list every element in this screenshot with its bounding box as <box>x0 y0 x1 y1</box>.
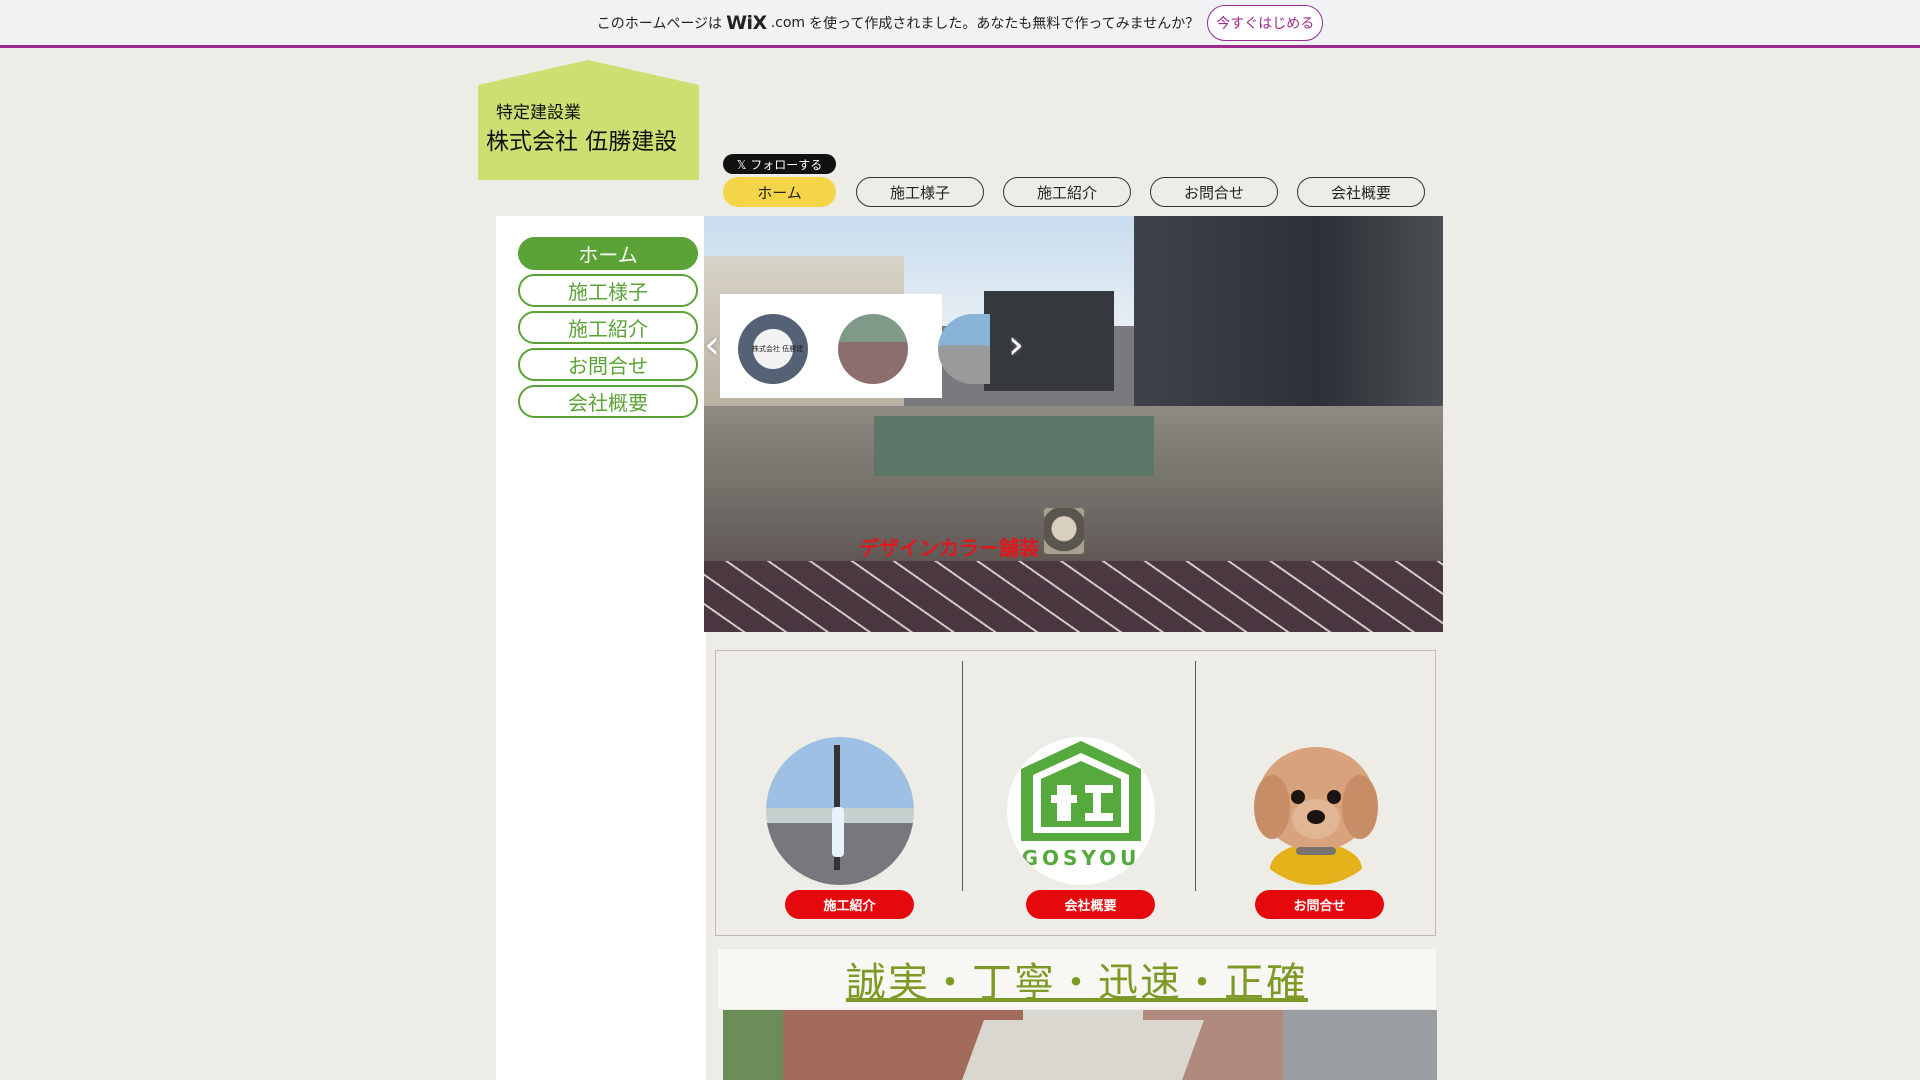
feature-links-box: GOSYOU 施工紹介 会社概要 お問合せ <box>715 650 1436 936</box>
slogan-banner: 誠実・丁寧・迅速・正確 <box>718 949 1436 1009</box>
start-now-button[interactable]: 今すぐはじめる <box>1207 4 1324 41</box>
hero-stone-pavement <box>704 561 1443 632</box>
top-nav-construction-progress[interactable]: 施工様子 <box>856 177 984 207</box>
feature-divider-1 <box>962 661 963 891</box>
side-nav-works[interactable]: 施工紹介 <box>518 311 698 344</box>
gosyou-badge-icon: GOSYOU <box>1021 741 1141 870</box>
side-nav-home[interactable]: ホーム <box>518 237 698 270</box>
company-link-button[interactable]: 会社概要 <box>1026 890 1155 919</box>
wix-promo-banner: このホームページは WiX .com を使って作成されました。あなたも無料で作って… <box>0 0 1920 48</box>
bottom-pavement-photo <box>723 1010 1437 1080</box>
logo-company-name: 株式会社 伍勝建設 <box>486 129 678 155</box>
badge-text: GOSYOU <box>1022 846 1141 870</box>
gallery-thumb-1[interactable]: 株式会社 伍勝建 <box>738 314 808 384</box>
hero-caption: デザインカラー舗装 <box>859 536 1039 560</box>
top-nav-contact[interactable]: お問合せ <box>1150 177 1278 207</box>
gallery-prev-arrow-icon[interactable]: ‹ <box>704 322 720 368</box>
dog-mascot-circle[interactable] <box>1242 737 1390 885</box>
wix-logo-suffix: .com <box>770 14 806 31</box>
dog-icon <box>1044 508 1084 554</box>
dog-mascot-icon <box>1254 747 1378 885</box>
side-nav-contact[interactable]: お問合せ <box>518 348 698 381</box>
side-menu-panel: ホーム 施工様子 施工紹介 お問合せ 会社概要 <box>496 216 706 1080</box>
hero-image: デザインカラー舗装 ‹ 株式会社 伍勝建 › <box>704 216 1443 632</box>
top-nav-company[interactable]: 会社概要 <box>1297 177 1425 207</box>
hero-carport <box>984 291 1114 391</box>
wix-banner-suffix: を使って作成されました。あなたも無料で作ってみませんか？ <box>809 15 1200 32</box>
gallery-thumb-2[interactable] <box>838 314 908 384</box>
feature-divider-2 <box>1195 661 1196 891</box>
wix-logo[interactable]: WiX <box>726 12 767 34</box>
top-nav-works[interactable]: 施工紹介 <box>1003 177 1131 207</box>
works-link-button[interactable]: 施工紹介 <box>785 890 914 919</box>
slogan-text[interactable]: 誠実・丁寧・迅速・正確 <box>846 950 1308 1008</box>
logo-subtitle: 特定建設業 <box>496 103 581 123</box>
wix-banner-prefix: このホームページは <box>596 15 723 32</box>
gallery-next-arrow-icon[interactable]: › <box>1008 322 1024 368</box>
top-nav-home[interactable]: ホーム <box>723 177 836 207</box>
side-nav-company[interactable]: 会社概要 <box>518 385 698 418</box>
works-photo-circle[interactable] <box>766 737 914 885</box>
company-badge-circle[interactable]: GOSYOU <box>1007 737 1155 885</box>
company-logo[interactable]: 特定建設業 株式会社 伍勝建設 <box>478 60 699 180</box>
gallery-thumb-label: 株式会社 伍勝建 <box>752 345 804 353</box>
contact-link-button[interactable]: お問合せ <box>1255 890 1384 919</box>
hero-green-pavement <box>874 416 1154 476</box>
side-nav-construction-progress[interactable]: 施工様子 <box>518 274 698 307</box>
thumbnail-gallery: ‹ 株式会社 伍勝建 › <box>704 294 1024 398</box>
x-follow-button[interactable]: 𝕏 フォローする <box>723 154 836 174</box>
